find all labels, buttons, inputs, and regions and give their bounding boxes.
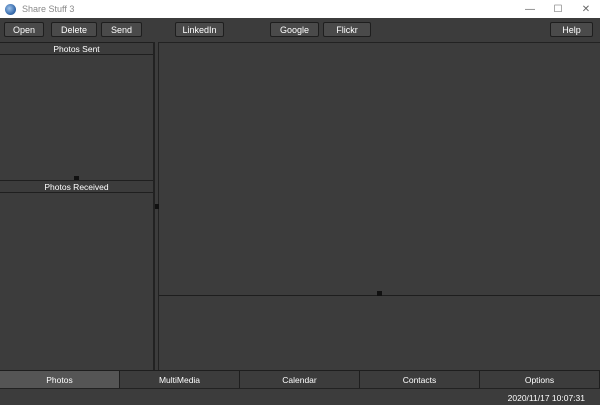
maximize-button[interactable]: ☐ (544, 0, 572, 18)
flickr-button[interactable]: Flickr (323, 22, 371, 37)
toolbar: Open Delete Send LinkedIn Google Flickr … (0, 18, 600, 42)
tab-contacts[interactable]: Contacts (360, 370, 480, 388)
linkedin-button[interactable]: LinkedIn (175, 22, 224, 37)
photo-details-area[interactable] (159, 297, 600, 370)
tab-photos[interactable]: Photos (0, 370, 120, 388)
photos-sent-header: Photos Sent (0, 42, 153, 55)
main-splitter-handle[interactable] (377, 291, 382, 296)
send-button[interactable]: Send (101, 22, 142, 37)
photo-preview-area[interactable] (159, 42, 600, 296)
bottom-tab-bar: Photos MultiMedia Calendar Contacts Opti… (0, 370, 600, 388)
open-button[interactable]: Open (4, 22, 44, 37)
tab-calendar[interactable]: Calendar (240, 370, 360, 388)
maximize-icon: ☐ (553, 3, 563, 15)
delete-button[interactable]: Delete (51, 22, 97, 37)
title-bar: Share Stuff 3 — ☐ ✕ (0, 0, 600, 18)
google-button[interactable]: Google (270, 22, 319, 37)
photos-received-header: Photos Received (0, 180, 153, 193)
left-panel: Photos Sent Photos Received (0, 42, 154, 370)
tab-multimedia[interactable]: MultiMedia (120, 370, 240, 388)
status-bar: 2020/11/17 10:07:31 (0, 388, 600, 405)
tab-options[interactable]: Options (480, 370, 600, 388)
window-controls: — ☐ ✕ (516, 0, 600, 18)
photos-sent-list[interactable] (0, 55, 153, 177)
status-datetime: 2020/11/17 10:07:31 (507, 393, 585, 403)
window-title: Share Stuff 3 (22, 4, 75, 14)
minimize-icon: — (525, 3, 535, 15)
help-button[interactable]: Help (550, 22, 593, 37)
app-logo-icon (5, 3, 16, 15)
close-icon: ✕ (581, 3, 591, 15)
close-button[interactable]: ✕ (572, 0, 600, 18)
minimize-button[interactable]: — (516, 0, 544, 18)
photos-received-list[interactable] (0, 193, 153, 370)
